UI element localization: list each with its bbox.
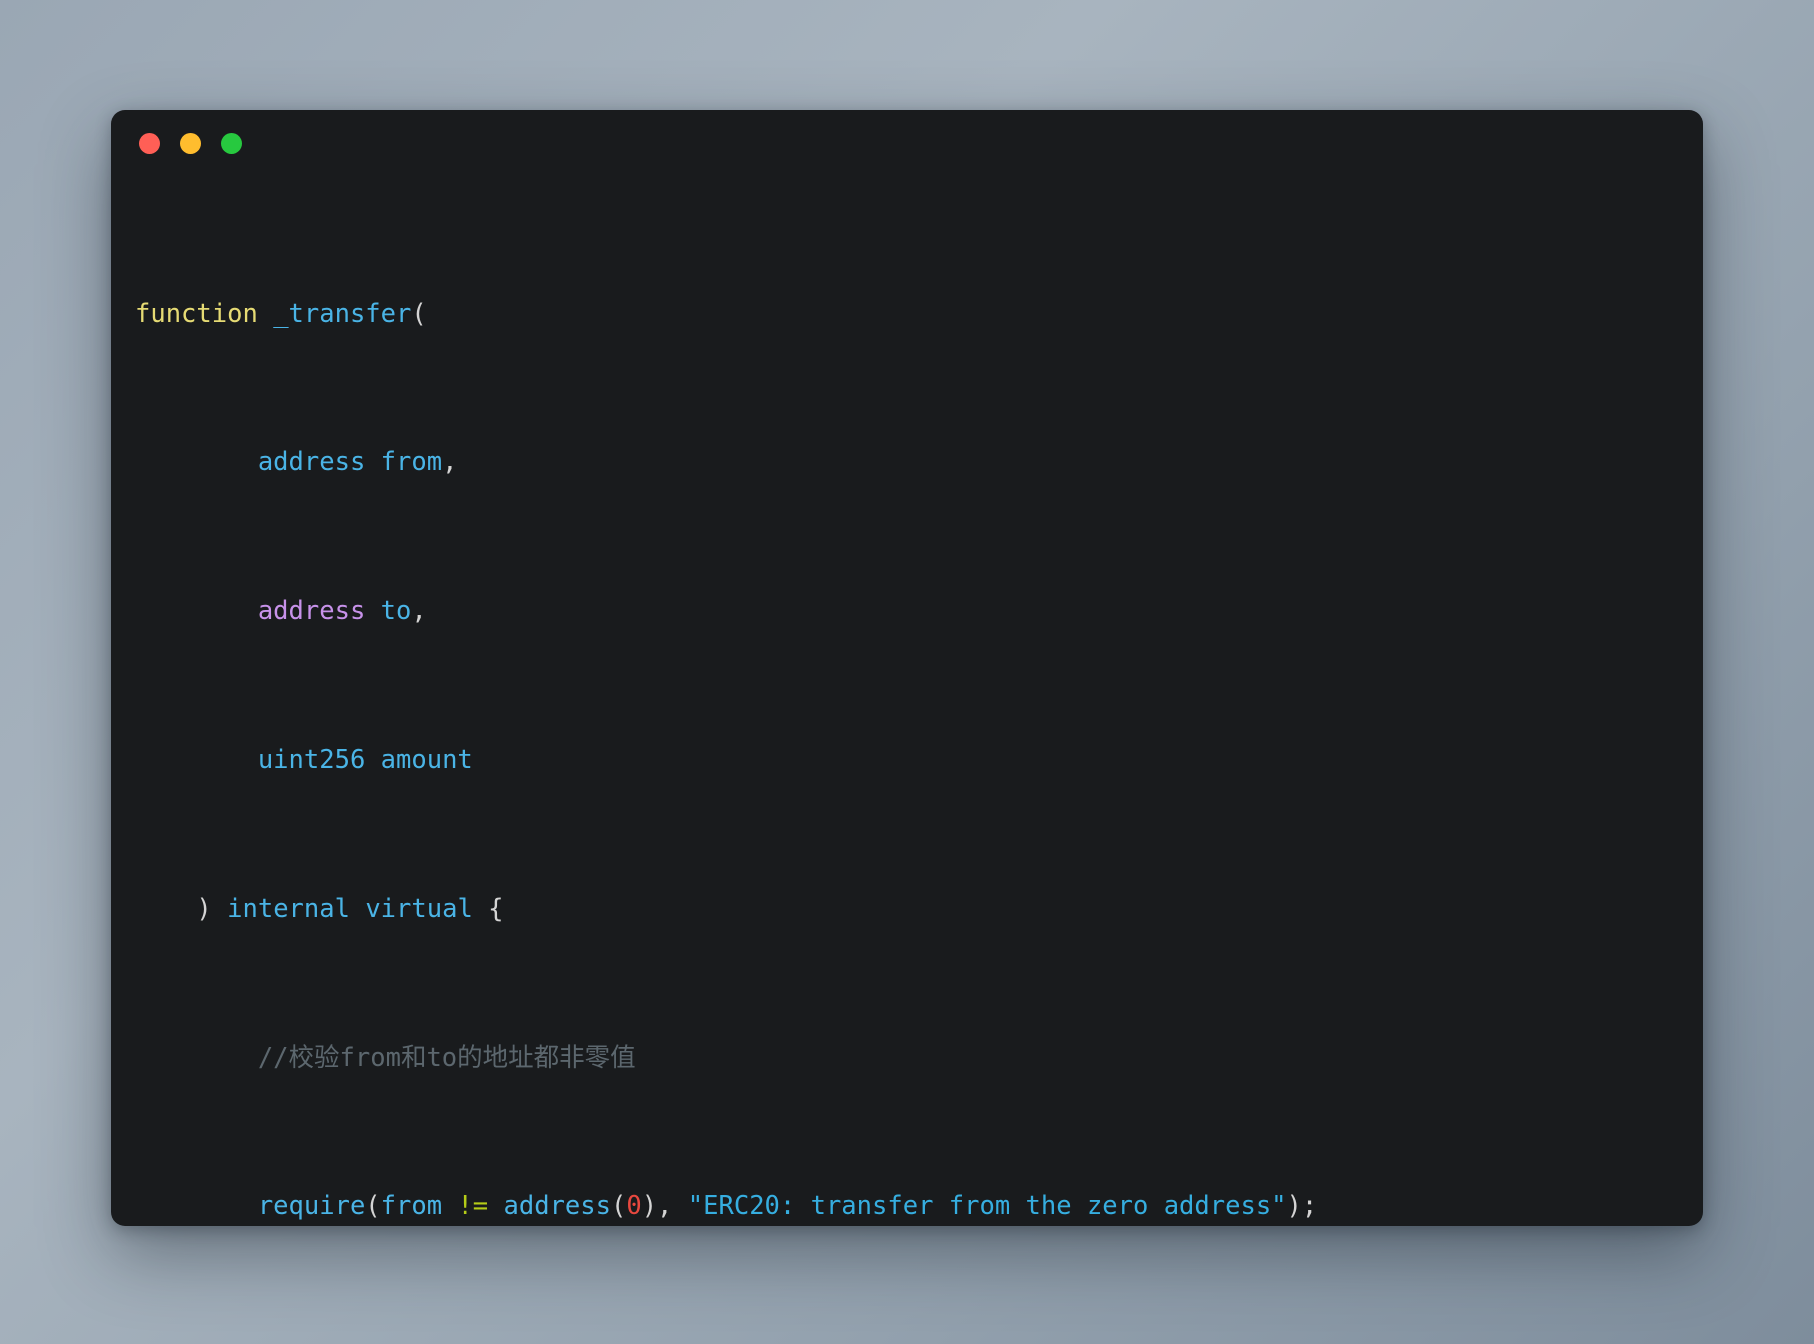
code-line: uint256 amount (257, 745, 473, 776)
code-line: address from, (257, 447, 458, 478)
close-window-icon[interactable] (139, 132, 160, 154)
code-line: function _transfer( (135, 298, 427, 329)
code-line-comment: //校验from和to的地址都非零值 (257, 1042, 636, 1073)
traffic-light-controls (139, 132, 242, 154)
code-line: require(from != address(0), "ERC20: tran… (257, 1191, 1318, 1222)
code-line: address to, (257, 596, 427, 627)
code-window: function _transfer( address from, addres… (111, 110, 1703, 1226)
code-line: ) internal virtual { (196, 893, 504, 924)
code-block[interactable]: function _transfer( address from, addres… (111, 176, 1703, 1226)
window-titlebar (111, 110, 1703, 176)
maximize-window-icon[interactable] (221, 132, 242, 154)
minimize-window-icon[interactable] (180, 132, 201, 154)
